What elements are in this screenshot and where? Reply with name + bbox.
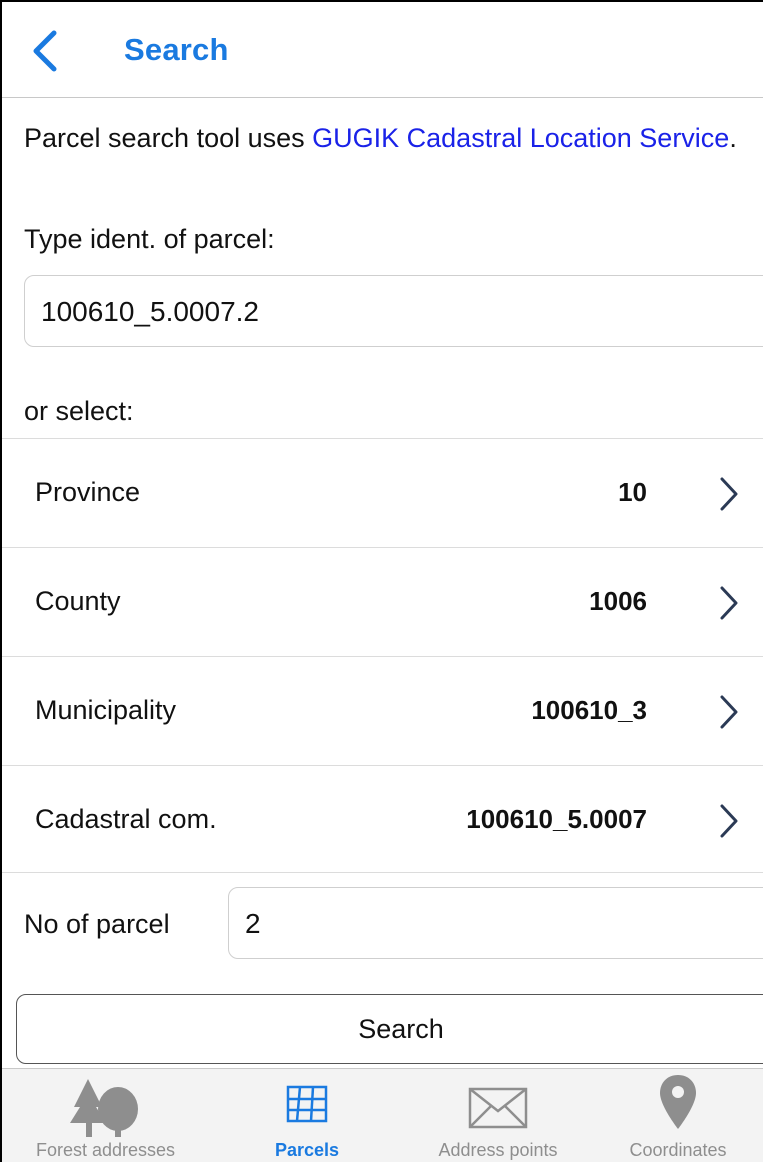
chevron-right-icon (720, 695, 738, 729)
chevron-left-icon[interactable] (30, 30, 60, 72)
ident-label: Type ident. of parcel: (24, 224, 275, 254)
tab-forest-addresses[interactable]: Forest addresses (2, 1069, 209, 1162)
row-value: 100610_5.0007 (466, 804, 647, 834)
intro-suffix: . (729, 123, 737, 153)
tab-label: Parcels (274, 1140, 340, 1160)
select-list: Province 10 County 1006 Municipality 100… (2, 438, 763, 874)
select-row-municipality[interactable]: Municipality 100610_3 (2, 656, 763, 765)
parcel-ident-input[interactable]: 100610_5.0007.2 (24, 275, 763, 347)
envelope-icon (468, 1087, 528, 1129)
row-label: Municipality (35, 695, 177, 725)
row-value: 10 (618, 477, 647, 507)
grid-icon (286, 1085, 328, 1123)
tab-label: Coordinates (629, 1140, 727, 1160)
intro-text: Parcel search tool uses GUGIK Cadastral … (24, 114, 744, 163)
app-frame: Search Parcel search tool uses GUGIK Cad… (0, 0, 763, 1162)
chevron-right-icon (720, 586, 738, 620)
nav-header: Search (2, 2, 763, 98)
intro-prefix: Parcel search tool uses (24, 123, 313, 153)
trees-icon (69, 1079, 138, 1137)
select-row-cadastral-community[interactable]: Cadastral com. 100610_5.0007 (2, 765, 763, 874)
row-value: 100610_3 (531, 695, 647, 725)
map-pin-icon (660, 1075, 696, 1129)
page-title: Search (124, 32, 229, 67)
tab-parcels[interactable]: Parcels (209, 1069, 405, 1162)
search-button[interactable]: Search (16, 994, 763, 1064)
row-label: Cadastral com. (35, 804, 217, 834)
parcel-number-label: No of parcel (24, 909, 170, 939)
tab-label: Forest addresses (35, 1140, 176, 1160)
row-value: 1006 (589, 586, 647, 616)
row-label: County (35, 586, 121, 616)
select-label: or select: (24, 396, 134, 426)
row-label: Province (35, 477, 141, 507)
select-row-province[interactable]: Province 10 (2, 438, 763, 547)
tab-bar: Forest addresses Parcels Address points (2, 1068, 763, 1162)
tab-address-points[interactable]: Address points (405, 1069, 591, 1162)
gugik-service-link[interactable]: GUGIK Cadastral Location Service (312, 123, 729, 153)
tab-coordinates[interactable]: Coordinates (591, 1069, 763, 1162)
chevron-right-icon (720, 804, 738, 838)
select-row-county[interactable]: County 1006 (2, 547, 763, 656)
chevron-right-icon (720, 477, 738, 511)
tab-label: Address points (438, 1140, 558, 1160)
parcel-number-input[interactable]: 2 (228, 887, 763, 959)
parcel-number-row: No of parcel 2 (2, 872, 763, 967)
